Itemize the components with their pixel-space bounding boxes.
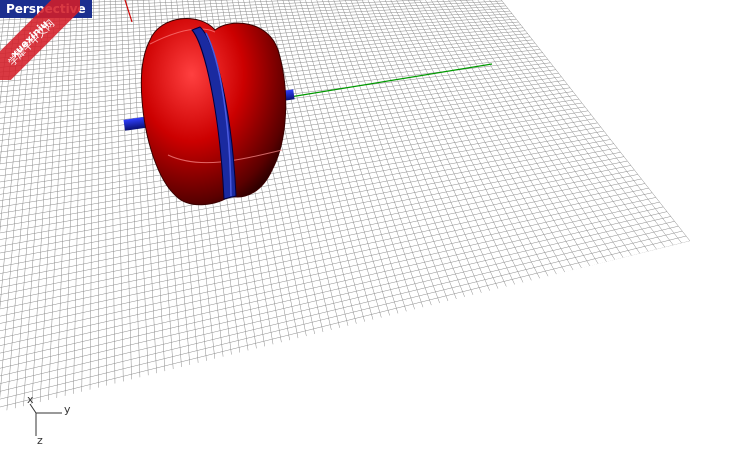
perspective-viewport[interactable]: x y z Perspective xuexiniu 学犀牛中文网: [0, 0, 742, 453]
triad-z-label: z: [37, 434, 43, 447]
tire-body[interactable]: [140, 18, 287, 206]
construction-grid: [0, 0, 691, 412]
viewport-scene[interactable]: x y z: [0, 0, 742, 453]
viewport-title[interactable]: Perspective: [0, 0, 92, 18]
viewport-title-text: Perspective: [6, 2, 86, 16]
triad-x-label: x: [27, 393, 34, 406]
triad-y-label: y: [64, 403, 71, 416]
